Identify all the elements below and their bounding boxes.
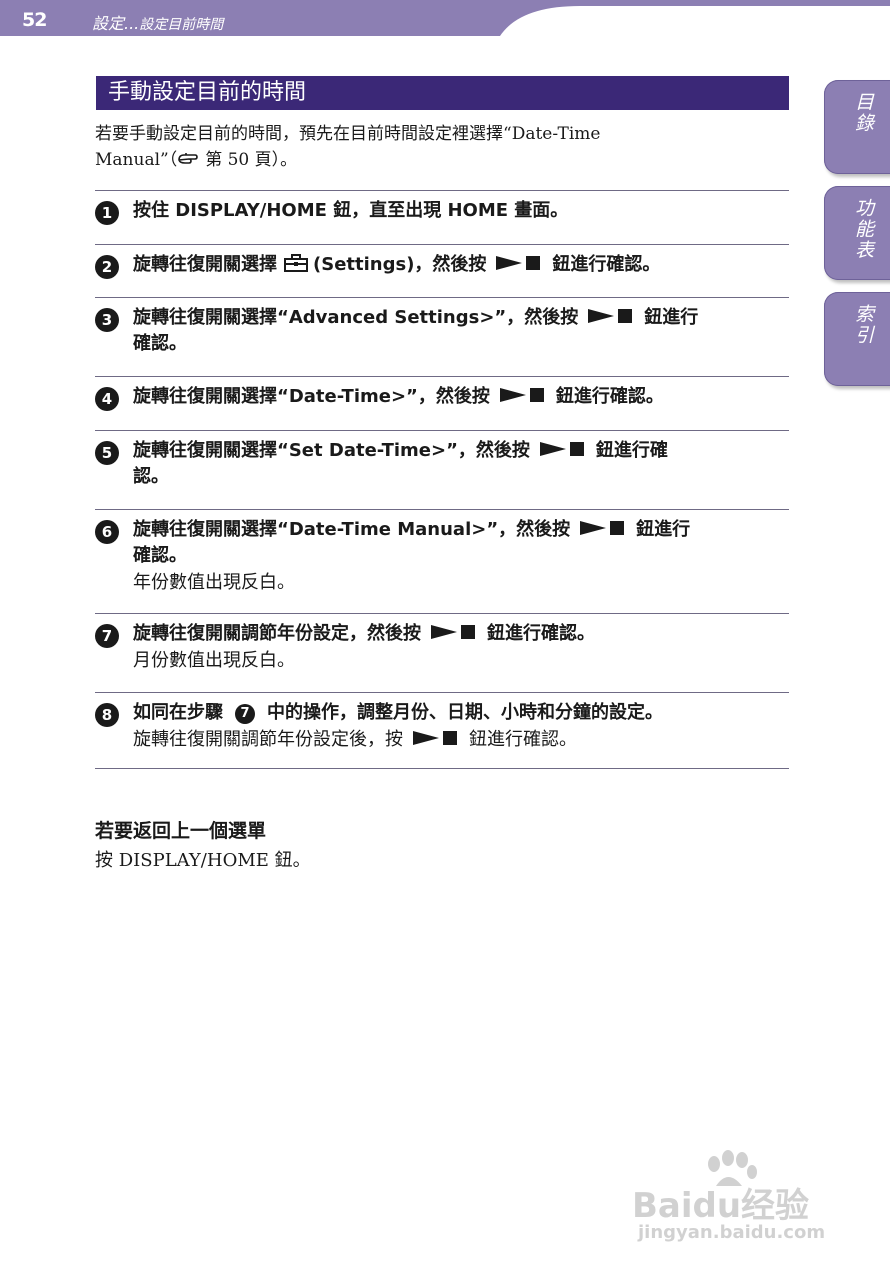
step-text-part: 鈕進行確 [595, 440, 668, 461]
step-note: 旋轉往復開關調節年份設定後，按 鈕進行確認。 [133, 726, 785, 754]
step-text-part: 鈕進行確認。 [487, 623, 595, 644]
return-instruction: 按 DISPLAY/HOME 鈕。 [95, 850, 311, 871]
section-title: 手動設定目前的時間 [96, 76, 789, 110]
settings-toolbox-icon [284, 254, 308, 272]
play-stop-button-icon [496, 256, 541, 270]
step-text-part: (Settings)，然後按 [313, 254, 487, 275]
baidu-watermark: Baidu经验 jingyan.baidu.com [632, 1150, 842, 1250]
step-number: 7 [95, 624, 119, 648]
divider [95, 613, 789, 614]
play-stop-button-icon [588, 309, 633, 323]
step-text-part: 旋轉往復開關選擇“Set Date-Time>”，然後按 [133, 440, 530, 461]
page-reference-link[interactable]: 第 50 頁）。 [205, 150, 297, 170]
watermark-brand: Baidu经验 [632, 1186, 810, 1226]
step-number: 3 [95, 308, 119, 332]
step-text: 如同在步驟 7 中的操作，調整月份、日期、小時和分鐘的設定。 [133, 700, 785, 726]
intro-line-2-text: Manual”（ [95, 150, 178, 170]
tab-index[interactable]: 索引 [824, 292, 890, 386]
step-5: 5 旋轉往復開關選擇“Set Date-Time>”，然後按 鈕進行確 認。 [95, 438, 785, 490]
intro-line-2: Manual”（ 第 50 頁）。 [95, 147, 785, 173]
step-note-part: 鈕進行確認。 [469, 729, 577, 750]
return-heading: 若要返回上一個選單 [95, 820, 267, 842]
tab-label: 目錄 [852, 92, 874, 134]
divider [95, 376, 789, 377]
step-2: 2 旋轉往復開關選擇 (Settings)，然後按 鈕進行確認。 [95, 252, 785, 279]
step-text: 旋轉往復開關選擇“Date-Time Manual>”，然後按 鈕進行 [133, 517, 785, 543]
divider [95, 297, 789, 298]
tab-table-of-contents[interactable]: 目錄 [824, 80, 890, 174]
step-text-continued: 確認。 [133, 545, 187, 566]
step-text-part: 鈕進行 [636, 519, 691, 540]
pointing-hand-icon [178, 153, 199, 164]
step-text: 旋轉往復開關選擇 (Settings)，然後按 鈕進行確認。 [133, 252, 785, 278]
divider [95, 692, 789, 693]
step-text-part: 鈕進行確認。 [555, 386, 664, 407]
play-stop-button-icon [539, 442, 584, 456]
intro-paragraph: 若要手動設定目前的時間，預先在目前時間設定裡選擇“Date-Time Manua… [95, 121, 785, 173]
step-text-continued: 確認。 [133, 333, 187, 354]
step-note: 月份數值出現反白。 [133, 650, 295, 671]
divider [95, 509, 789, 510]
step-number: 6 [95, 520, 119, 544]
intro-line-1: 若要手動設定目前的時間，預先在目前時間設定裡選擇“Date-Time [95, 124, 601, 144]
step-text-part: 鈕進行 [644, 307, 699, 328]
step-text: 旋轉往復開關調節年份設定，然後按 鈕進行確認。 [133, 621, 785, 647]
step-7: 7 旋轉往復開關調節年份設定，然後按 鈕進行確認。 月份數值出現反白。 [95, 621, 785, 675]
step-text-part: 旋轉往復開關選擇“Advanced Settings>”，然後按 [133, 307, 579, 328]
step-reference-number: 7 [235, 704, 255, 724]
step-number: 2 [95, 255, 119, 279]
tab-menu-list[interactable]: 功能表 [824, 186, 890, 280]
step-note: 年份數值出現反白。 [133, 572, 295, 593]
play-stop-button-icon [499, 388, 544, 402]
breadcrumb-page: 設定目前時間 [139, 17, 224, 33]
step-text-part: 中的操作，調整月份、日期、小時和分鐘的設定。 [267, 702, 663, 723]
step-note-part: 旋轉往復開關調節年份設定後，按 [133, 729, 403, 750]
step-number: 5 [95, 441, 119, 465]
page-header: 52 設定...設定目前時間 [0, 0, 890, 40]
watermark-url: jingyan.baidu.com [638, 1222, 826, 1243]
step-text: 旋轉往復開關選擇“Set Date-Time>”，然後按 鈕進行確 [133, 438, 785, 464]
tab-label: 索引 [852, 304, 874, 346]
play-stop-button-icon [413, 731, 457, 745]
divider [95, 190, 789, 191]
breadcrumb: 設定...設定目前時間 [92, 10, 223, 34]
breadcrumb-section: 設定... [92, 14, 140, 33]
step-6: 6 旋轉往復開關選擇“Date-Time Manual>”，然後按 鈕進行 確認… [95, 517, 785, 597]
step-1: 1 按住 DISPLAY/HOME 鈕，直至出現 HOME 畫面。 [95, 198, 785, 225]
step-text-part: 鈕進行確認。 [552, 254, 661, 275]
step-text-part: 旋轉往復開關選擇“Date-Time Manual>”，然後按 [133, 519, 571, 540]
divider [95, 430, 789, 431]
play-stop-button-icon [580, 521, 625, 535]
step-text: 按住 DISPLAY/HOME 鈕，直至出現 HOME 畫面。 [133, 200, 569, 221]
step-8: 8 如同在步驟 7 中的操作，調整月份、日期、小時和分鐘的設定。 旋轉往復開關調節年… [95, 700, 785, 754]
divider [95, 768, 789, 769]
step-number: 8 [95, 703, 119, 727]
play-stop-button-icon [431, 625, 475, 639]
step-text: 旋轉往復開關選擇“Advanced Settings>”，然後按 鈕進行 [133, 305, 785, 331]
divider [95, 244, 789, 245]
step-4: 4 旋轉往復開關選擇“Date-Time>”，然後按 鈕進行確認。 [95, 384, 785, 411]
step-text-part: 旋轉往復開關調節年份設定，然後按 [133, 623, 421, 644]
step-text-part: 旋轉往復開關選擇 [133, 254, 277, 275]
step-text-part: 如同在步驟 [133, 702, 223, 723]
step-text-part: 旋轉往復開關選擇“Date-Time>”，然後按 [133, 386, 490, 407]
page-number: 52 [22, 9, 47, 31]
step-number: 4 [95, 387, 119, 411]
step-text: 旋轉往復開關選擇“Date-Time>”，然後按 鈕進行確認。 [133, 384, 785, 410]
step-number: 1 [95, 201, 119, 225]
tab-label: 功能表 [852, 198, 874, 261]
step-text-continued: 認。 [133, 466, 169, 487]
step-3: 3 旋轉往復開關選擇“Advanced Settings>”，然後按 鈕進行 確… [95, 305, 785, 357]
